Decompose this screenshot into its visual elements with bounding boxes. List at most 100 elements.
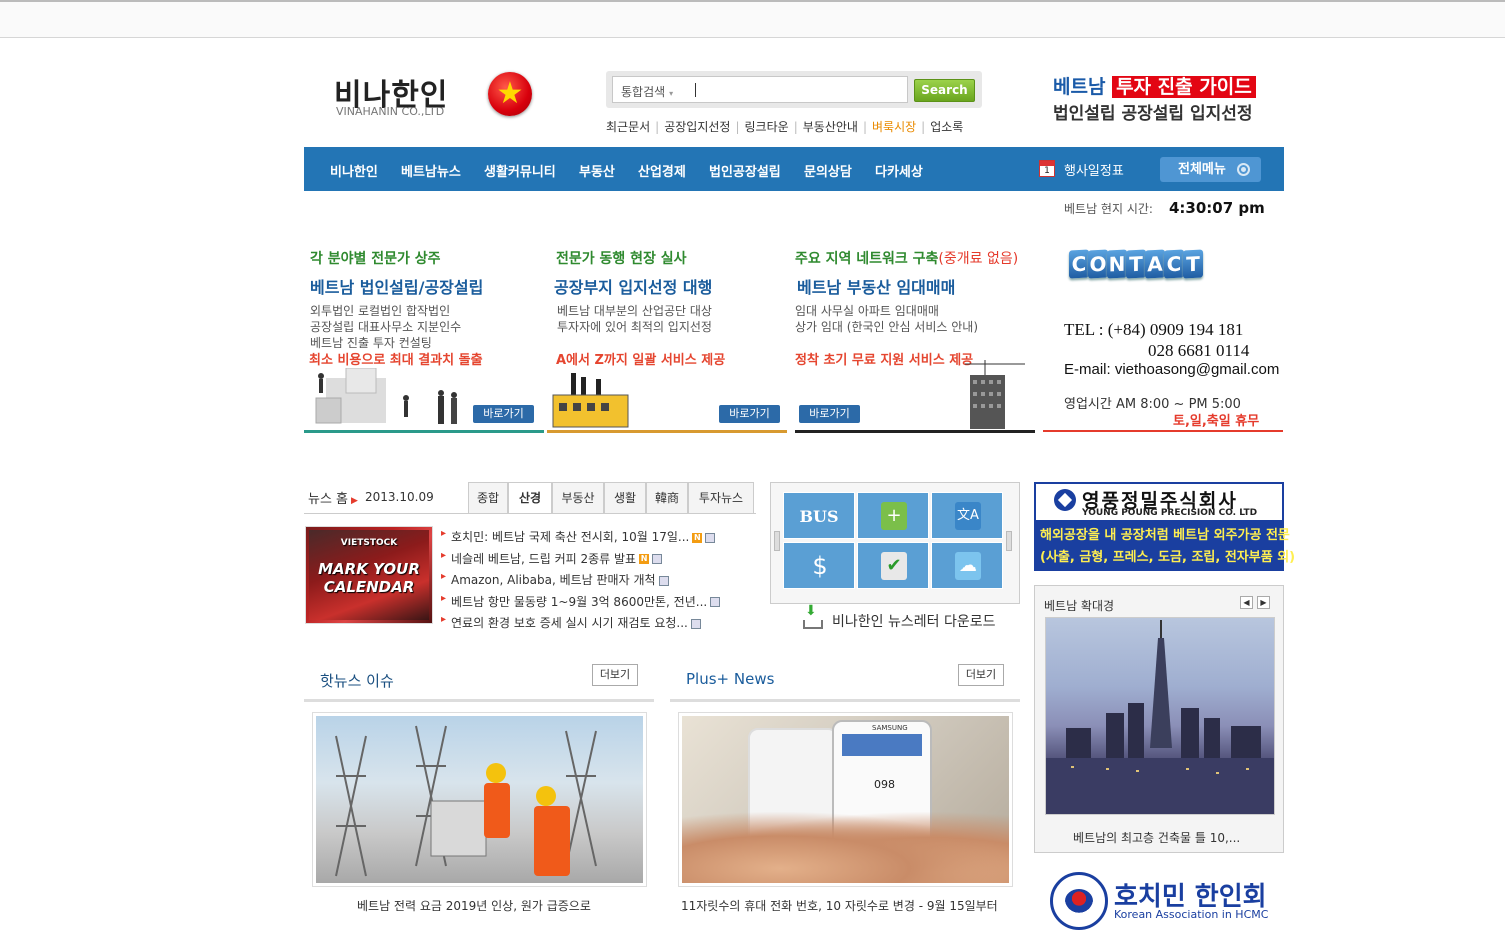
nav-item-inquiry[interactable]: 문의상담 [804,161,852,180]
site-logo-subtitle: VINAHANIN CO.,LTD [336,105,445,118]
bus-button[interactable]: BUS [783,492,855,539]
building-construction-image [965,360,1025,429]
promo-headline: 주요 지역 네트워크 구축(중개료 없음) [795,251,1019,267]
company-logo-icon [1054,489,1076,511]
thumb-brand: VIETSTOCK [340,538,398,548]
top-ad-line2[interactable]: 법인설립 공장설립 입지선정 [1053,99,1253,124]
checklist-button[interactable]: ✔ [857,542,929,589]
tab-general[interactable]: 종합 [468,482,508,514]
calendar-icon[interactable]: 1 [1039,160,1055,177]
youngpoung-ad[interactable]: 영풍정밀주식회사 YOUNG POUNG PRECISION CO. LTD 해… [1034,482,1295,571]
download-icon[interactable] [800,603,823,629]
nav-item-vinahanin[interactable]: 비나한인 [330,161,378,180]
thumb-text-1: MARK YOUR [318,560,420,578]
phone-display: 098 [874,778,895,791]
promo-go-button[interactable]: 바로가기 [719,405,780,423]
list-item[interactable]: 네슬레 베트남, 드립 커피 2종류 발표N [441,550,720,572]
tab-underline [304,513,756,514]
phone-brand: SAMSUNG [872,724,908,732]
quick-link-realestate[interactable]: 부동산안내 [803,120,858,134]
news-thumbnail[interactable]: VIETSTOCK MARK YOUR CALENDAR [305,526,433,624]
top-ad-line1[interactable]: 베트남 투자 진출 가이드 [1053,72,1256,99]
quick-link-recent[interactable]: 최근문서 [606,120,650,134]
nav-item-vietnam-news[interactable]: 베트남뉴스 [401,161,461,180]
tab-investment[interactable]: 투자뉴스 [688,482,754,514]
promo-title[interactable]: 공장부지 입지선정 대행 [549,274,789,298]
next-icon[interactable]: ▶ [1257,596,1270,609]
promo-title[interactable]: 베트남 법인설립/공장설립 [304,274,544,298]
menu-circle-icon [1237,163,1250,176]
prev-icon[interactable]: ◀ [1240,596,1253,609]
hotnews-image[interactable] [312,712,647,887]
plusnews-more-button[interactable]: 더보기 [958,664,1004,686]
list-item[interactable]: 연료의 환경 보호 증세 실시 시기 재검토 요청... [441,614,720,636]
nav-item-community[interactable]: 생활커뮤니티 [484,161,556,180]
exchange-rate-button[interactable]: $ [783,542,855,589]
tab-life[interactable]: 생활 [604,482,646,514]
flag-star: ★ [496,76,524,111]
nav-item-realestate[interactable]: 부동산 [579,161,615,180]
hotnews-more-button[interactable]: 더보기 [592,664,638,686]
document-icon [652,554,663,564]
tab-realestate[interactable]: 부동산 [552,482,604,514]
map-add-button[interactable]: + [857,492,929,539]
plusnews-image[interactable]: SAMSUNG 098 [678,712,1013,887]
all-menu-button[interactable]: 전체메뉴 [1160,157,1261,182]
document-icon [705,532,716,543]
magnifier-caption[interactable]: 베트남의 최고층 건축물 틀 10,... [1073,829,1240,846]
promo-divider [304,430,544,433]
news-date: 2013.10.09 [365,490,434,504]
list-item[interactable]: Amazon, Alibaba, 베트남 판매자 개척 [441,571,720,593]
local-time-value: 4:30:07 pm [1169,199,1265,217]
promo-corporate: 각 분야별 전문가 상주 베트남 법인설립/공장설립 외투법인 로컬법인 합작법… [304,248,544,434]
tab-korean-biz[interactable]: 韓商 [646,482,688,514]
tab-industry[interactable]: 산경 [508,482,552,514]
document-icon [710,597,721,607]
list-item[interactable]: 호치민: 베트남 국제 축산 전시회, 10월 17일...N [441,528,720,550]
newsletter-download-link[interactable]: 비나한인 뉴스레터 다운로드 [832,611,995,631]
factory-image [552,373,629,428]
cloud-button[interactable]: ☁ [931,542,1003,589]
nav-item-corporate[interactable]: 법인공장설립 [709,161,781,180]
nav-item-daka[interactable]: 다카세상 [875,161,923,180]
contact-divider [1043,430,1283,432]
search-input[interactable]: 통합검색 ▾ [612,76,908,103]
hcmc-korean-association-logo[interactable]: 호치민 한인회 Korean Association in HCMC [1050,870,1290,932]
translate-button[interactable]: 文A [931,492,1003,539]
quick-link-directory[interactable]: 업소록 [930,120,963,134]
news-home-link[interactable]: 뉴스 홈 ▶ [308,488,361,507]
news-list: 호치민: 베트남 국제 축산 전시회, 10월 17일...N 네슬레 베트남,… [441,528,721,636]
panel-next-arrow[interactable] [1006,531,1012,551]
ad-header: 영풍정밀주식회사 YOUNG POUNG PRECISION CO. LTD [1036,484,1282,520]
contact-email[interactable]: E-mail: viethoasong@gmail.com [1064,361,1279,378]
document-icon [658,575,669,586]
search-button[interactable]: Search [914,79,975,102]
map-add-icon: + [881,502,907,530]
promo-description: 임대 사무실 아파트 임대매매 상가 임대 (한국인 안심 서비스 안내) [795,304,978,334]
translate-icon: 文A [955,502,981,530]
panel-prev-arrow[interactable] [774,531,780,551]
schedule-link[interactable]: 행사일정표 [1064,160,1124,179]
hotnews-divider [304,699,654,702]
hotnews-title[interactable]: 핫뉴스 이슈 [320,670,394,691]
plusnews-title[interactable]: Plus+ News [686,670,774,688]
promo-description: 외투법인 로컬법인 합작법인 공장설립 대표사무소 지분인수 베트남 진출 투자 컨… [310,304,462,350]
quick-icon-panel: BUS + 文A $ ✔ ☁ [770,482,1020,604]
nav-item-industry[interactable]: 산업경제 [638,161,686,180]
ad-line-2: (사출, 금형, 프레스, 도금, 조립, 전자부품 외) [1040,550,1296,565]
holiday-note: 토,일,축일 휴무 [1173,414,1260,429]
promo-tagline: 최소 비용으로 최대 결과치 돌출 [309,353,483,368]
plusnews-caption[interactable]: 11자릿수의 휴대 전화 번호, 10 자릿수로 변경 - 9월 15일부터 [681,897,998,914]
local-time-label: 베트남 현지 시간: [1064,202,1153,216]
quick-link-fleamarket[interactable]: 벼룩시장 [872,120,916,134]
promo-go-button[interactable]: 바로가기 [799,405,860,423]
quick-link-linktown[interactable]: 링크타운 [745,120,789,134]
hotnews-caption[interactable]: 베트남 전력 요금 2019년 인상, 원가 급증으로 [357,897,591,914]
cloud-icon: ☁ [955,552,981,580]
list-item[interactable]: 베트남 항만 물동량 1~9월 3억 8600만톤, 전년... [441,593,721,615]
search-scope-select[interactable]: 통합검색 ▾ [621,83,696,100]
promo-go-button[interactable]: 바로가기 [473,405,534,423]
quick-link-factory-site[interactable]: 공장입지선정 [664,120,730,134]
promo-title[interactable]: 베트남 부동산 임대매매 [795,274,1035,298]
magnifier-photo[interactable] [1045,617,1275,815]
